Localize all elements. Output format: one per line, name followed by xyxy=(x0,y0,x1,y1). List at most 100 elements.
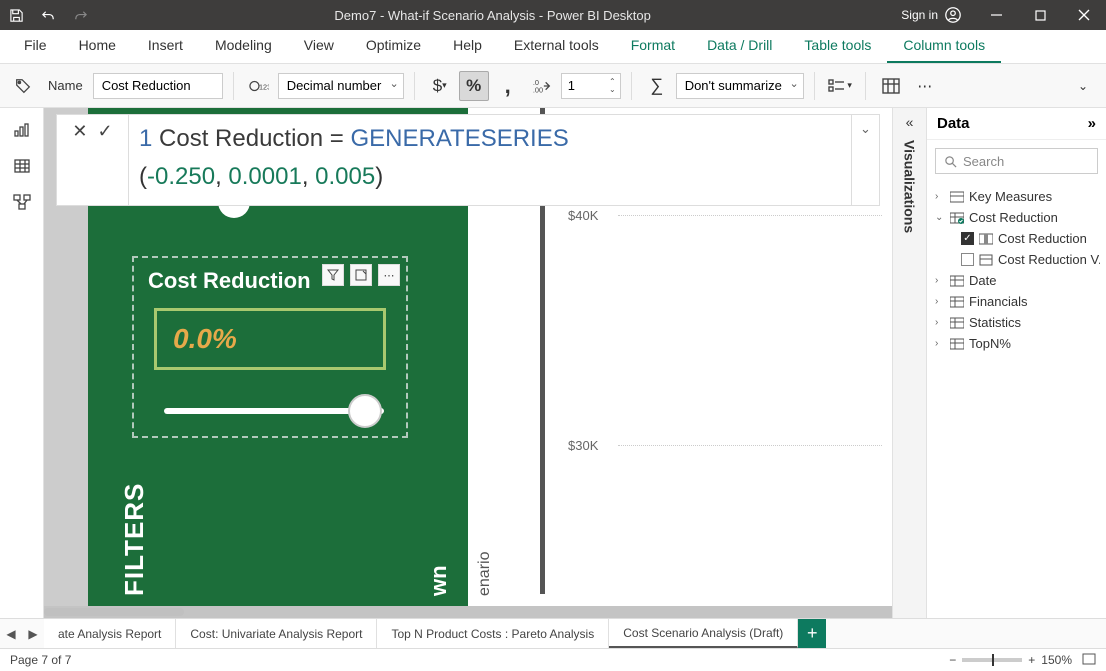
table-icon xyxy=(950,275,964,287)
data-view-button[interactable] xyxy=(4,150,40,182)
filter-icon[interactable] xyxy=(322,264,344,286)
page-tab-3[interactable]: Cost Scenario Analysis (Draft) xyxy=(609,619,798,648)
tabs-scroll-left[interactable]: ◀ xyxy=(0,619,22,648)
data-category-button[interactable]: ▾ xyxy=(825,71,855,101)
name-label: Name xyxy=(48,78,83,93)
tab-optimize[interactable]: Optimize xyxy=(350,29,437,63)
fit-to-page-icon[interactable] xyxy=(1082,653,1096,668)
formula-bar: ✕ ✓ 1 Cost Reduction = GENERATESERIES (-… xyxy=(56,114,880,206)
zoom-out-icon[interactable]: − xyxy=(949,653,956,667)
more-options-icon[interactable]: ⋯ xyxy=(378,264,400,286)
field-statistics[interactable]: ›Statistics xyxy=(933,312,1100,333)
tab-format[interactable]: Format xyxy=(615,29,691,63)
zoom-value: 150% xyxy=(1041,653,1072,667)
chart-gridline-1 xyxy=(618,215,882,216)
tab-help[interactable]: Help xyxy=(437,29,498,63)
sort-by-column-button[interactable] xyxy=(876,71,906,101)
maximize-button[interactable] xyxy=(1018,0,1062,30)
hscroll-thumb[interactable] xyxy=(44,608,184,616)
report-view-button[interactable] xyxy=(4,114,40,146)
svg-text:.00: .00 xyxy=(533,85,543,94)
window-title: Demo7 - What-if Scenario Analysis - Powe… xyxy=(96,8,889,23)
ribbon-menu: File Home Insert Modeling View Optimize … xyxy=(0,30,1106,64)
cost-card-title: Cost Reduction xyxy=(148,268,311,294)
tab-home[interactable]: Home xyxy=(63,29,132,63)
focus-icon[interactable] xyxy=(350,264,372,286)
data-pane: Data » Search ›Key Measures ⌄Cost Reduct… xyxy=(926,108,1106,618)
window-titlebar: Demo7 - What-if Scenario Analysis - Powe… xyxy=(0,0,1106,30)
minimize-button[interactable] xyxy=(974,0,1018,30)
save-icon[interactable] xyxy=(0,0,32,30)
field-topn[interactable]: ›TopN% xyxy=(933,333,1100,354)
field-cost-reduction-column[interactable]: ✓Cost Reduction xyxy=(933,228,1100,249)
wn-label: wn xyxy=(426,565,452,596)
formula-commit-icon[interactable]: ✓ xyxy=(98,121,113,142)
visualizations-pane-collapsed[interactable]: « Visualizations xyxy=(892,108,926,618)
field-financials[interactable]: ›Financials xyxy=(933,291,1100,312)
datatype-icon[interactable]: 123 xyxy=(244,71,274,101)
tab-view[interactable]: View xyxy=(288,29,350,63)
tab-column-tools[interactable]: Column tools xyxy=(887,29,1001,63)
field-checkbox-unchecked[interactable] xyxy=(961,253,974,266)
page-tabs: ◀ ▶ ate Analysis Report Cost: Univariate… xyxy=(0,618,1106,648)
signin-button[interactable]: Sign in xyxy=(889,6,974,24)
page-tab-0[interactable]: ate Analysis Report xyxy=(44,619,176,648)
tab-data-drill[interactable]: Data / Drill xyxy=(691,29,788,63)
cost-reduction-visual[interactable]: ⋯ Cost Reduction 0.0% xyxy=(132,256,408,438)
collapse-ribbon-button[interactable]: ⌄ xyxy=(1068,71,1098,101)
model-view-button[interactable] xyxy=(4,186,40,218)
search-icon xyxy=(944,155,957,168)
table-icon xyxy=(950,317,964,329)
tab-table-tools[interactable]: Table tools xyxy=(788,29,887,63)
more-button[interactable]: ⋯ xyxy=(910,71,940,101)
currency-format-button[interactable]: $▾ xyxy=(425,71,455,101)
data-search-input[interactable]: Search xyxy=(935,148,1098,174)
formula-cancel-icon[interactable]: ✕ xyxy=(72,121,87,142)
summarize-dropdown[interactable]: Don't summarize xyxy=(676,73,804,99)
field-cost-reduction-value[interactable]: Cost Reduction V... xyxy=(933,249,1100,270)
add-page-button[interactable]: + xyxy=(798,619,826,648)
left-view-rail xyxy=(0,108,44,618)
field-checkbox-checked[interactable]: ✓ xyxy=(961,232,974,245)
close-button[interactable] xyxy=(1062,0,1106,30)
page-tab-1[interactable]: Cost: Univariate Analysis Report xyxy=(176,619,377,648)
table-icon xyxy=(950,338,964,350)
field-date[interactable]: ›Date xyxy=(933,270,1100,291)
sigma-icon: ∑ xyxy=(642,71,672,101)
undo-icon[interactable] xyxy=(32,0,64,30)
field-key-measures[interactable]: ›Key Measures xyxy=(933,186,1100,207)
tabs-scroll-right[interactable]: ▶ xyxy=(22,619,44,648)
chart-y-label-40k: $40K xyxy=(568,208,598,223)
formula-expand-icon[interactable]: ⌄ xyxy=(851,115,879,205)
datatype-dropdown[interactable]: Decimal number xyxy=(278,73,404,99)
percent-format-button[interactable]: % xyxy=(459,71,489,101)
redo-icon[interactable] xyxy=(64,0,96,30)
tab-modeling[interactable]: Modeling xyxy=(199,29,288,63)
column-name-input[interactable] xyxy=(93,73,223,99)
data-pane-collapse-icon[interactable]: » xyxy=(1088,115,1096,132)
zoom-slider[interactable] xyxy=(962,658,1022,662)
tab-file[interactable]: File xyxy=(8,29,63,63)
thousands-separator-button[interactable]: , xyxy=(493,71,523,101)
tab-external-tools[interactable]: External tools xyxy=(498,29,615,63)
decimals-spinner[interactable]: 1⌃⌄ xyxy=(561,73,621,99)
decimal-format-button[interactable]: .0.00 xyxy=(527,71,557,101)
tab-insert[interactable]: Insert xyxy=(132,29,199,63)
field-cost-reduction-table[interactable]: ⌄Cost Reduction xyxy=(933,207,1100,228)
page-tab-2[interactable]: Top N Product Costs : Pareto Analysis xyxy=(377,619,609,648)
data-fields-tree: ›Key Measures ⌄Cost Reduction ✓Cost Redu… xyxy=(927,182,1106,358)
status-bar: Page 7 of 7 − + 150% xyxy=(0,648,1106,671)
zoom-in-icon[interactable]: + xyxy=(1028,653,1035,667)
cost-card-value: 0.0% xyxy=(154,308,386,370)
measure-group-icon xyxy=(950,191,964,203)
measure-icon xyxy=(979,254,993,266)
expand-visualizations-icon[interactable]: « xyxy=(906,114,914,130)
report-canvas-wrap: ⋯ Cost Reduction 0.0% FILTERS wn $40K $3… xyxy=(44,108,892,618)
cost-slider-thumb[interactable] xyxy=(348,394,382,428)
data-pane-title: Data xyxy=(937,115,970,132)
formula-editor[interactable]: 1 Cost Reduction = GENERATESERIES (-0.25… xyxy=(129,115,851,205)
canvas-hscrollbar[interactable] xyxy=(44,606,892,618)
chart-y-label-30k: $30K xyxy=(568,438,598,453)
zoom-control[interactable]: − + 150% xyxy=(949,653,1072,667)
svg-text:123: 123 xyxy=(259,82,269,91)
